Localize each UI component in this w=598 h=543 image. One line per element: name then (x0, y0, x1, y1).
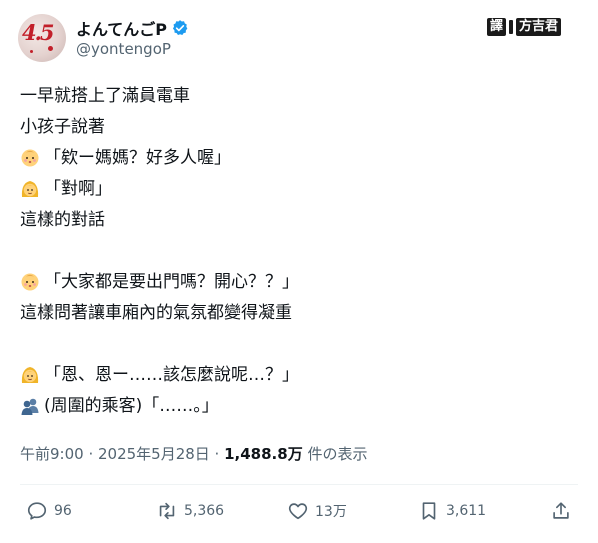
tweet-line: 這樣的對話 (20, 210, 105, 230)
bookmark-count: 3,611 (446, 503, 487, 519)
reply-count: 96 (54, 503, 72, 519)
reply-icon (27, 502, 47, 520)
baby-face-icon (21, 273, 39, 291)
people-silhouette-icon (21, 398, 39, 415)
tweet-meta: 午前9:00 · 2025年5月28日 · 1,488.8万 件の表示 (20, 443, 367, 464)
woman-face-icon (21, 181, 39, 197)
heart-icon (288, 503, 308, 520)
author-display-name[interactable]: よんてんごP (76, 16, 167, 40)
watermark-right: 方吉君 (516, 18, 562, 36)
translator-watermark: 譯 方吉君 (487, 18, 562, 36)
view-count: 1,488.8万 (224, 445, 303, 463)
like-count: 13万 (315, 504, 347, 520)
baby-face-icon (21, 149, 39, 167)
tweet-line: 「大家都是要出門嗎？開心？？」 (20, 271, 299, 293)
action-bar: 96 5,366 13万 3,611 (0, 500, 598, 530)
bookmark-button[interactable]: 3,611 (418, 500, 486, 522)
verified-badge-icon (172, 20, 188, 35)
author-name-row[interactable]: よんてんごP (76, 16, 189, 40)
tweet-line: 小孩子說著 (20, 117, 105, 137)
share-icon (553, 502, 569, 519)
reply-button[interactable]: 96 (26, 500, 72, 522)
retweet-button[interactable]: 5,366 (156, 500, 224, 522)
avatar-text: 4.5 (22, 20, 55, 45)
views-label: 件の表示 (302, 445, 368, 463)
author-handle[interactable]: @yontengoP (76, 40, 171, 58)
timestamp[interactable]: 午前9:00 · 2025年5月28日 · (20, 445, 224, 463)
share-button[interactable] (550, 500, 572, 522)
divider (20, 484, 578, 485)
tweet-line: 「對啊」 (20, 178, 112, 200)
tweet-line: 這樣問著讓車廂內的氣氛都變得凝重 (20, 303, 292, 323)
bookmark-icon (422, 502, 436, 520)
watermark-left: 譯 (487, 18, 507, 36)
like-button[interactable]: 13万 (287, 500, 347, 522)
retweet-count: 5,366 (184, 503, 225, 519)
retweet-icon (159, 502, 175, 520)
tweet-line: (周圍的乘客)「……。」 (20, 395, 219, 417)
tweet-line: 「恩、恩ー……該怎麼說呢…？」 (20, 364, 299, 386)
woman-face-icon (21, 367, 39, 383)
tweet-line: 一早就搭上了滿員電車 (20, 86, 190, 106)
avatar[interactable]: 4.5 (18, 14, 66, 62)
tweet-line: 「欸ー媽媽？好多人喔」 (20, 147, 231, 169)
